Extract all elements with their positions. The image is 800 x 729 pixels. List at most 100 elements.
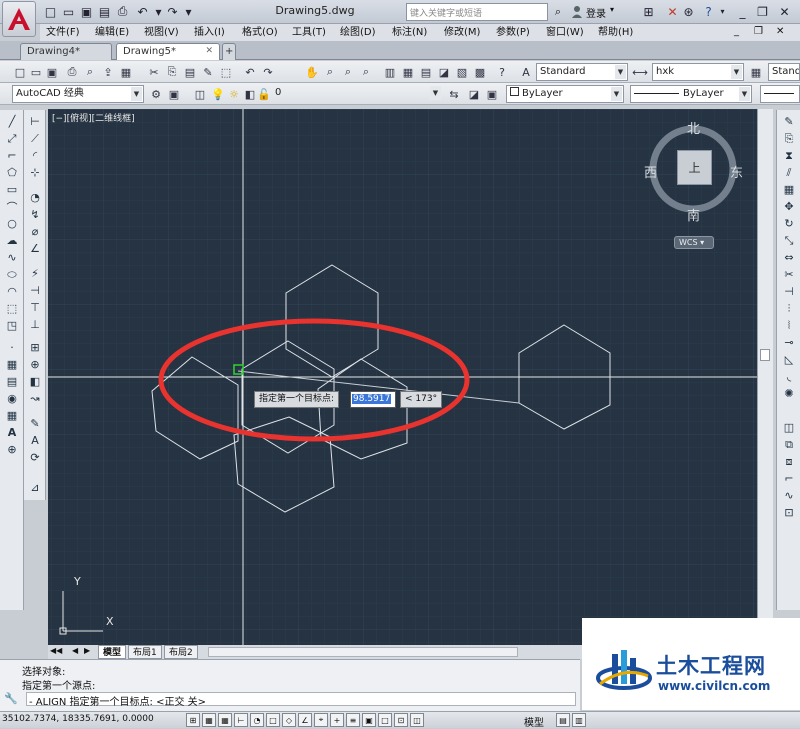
copy-object-icon[interactable]: ⎘ — [780, 131, 798, 146]
viewcube-top-face[interactable]: 上 — [677, 150, 712, 185]
menu-help[interactable]: 帮助(H) — [598, 24, 633, 41]
dyn-toggle[interactable]: + — [330, 713, 344, 727]
search-icon[interactable]: ⌕ — [550, 3, 566, 21]
make-block-icon[interactable]: ◳ — [3, 318, 21, 333]
app-menu-button[interactable] — [2, 1, 36, 37]
wrench-icon[interactable]: 🔧 — [4, 692, 18, 705]
spline-icon[interactable]: ∿ — [3, 250, 21, 265]
calculator-icon[interactable]: ▩ — [472, 64, 488, 80]
ellipse-arc-icon[interactable]: ◠ — [3, 284, 21, 299]
dim-baseline-icon[interactable]: ⊣ — [26, 283, 44, 298]
dim-style-icon[interactable]: ⟷ — [632, 64, 648, 80]
redo-tb-icon[interactable]: ↷ — [260, 64, 276, 80]
zoom-realtime-icon[interactable]: ⌕ — [322, 64, 338, 80]
login-dropdown-icon[interactable]: ▾ — [610, 5, 614, 14]
dim-angular-icon[interactable]: ∠ — [26, 241, 44, 256]
online-icon[interactable]: ⊛ — [680, 3, 697, 20]
infer-constraints-toggle[interactable]: ⊞ — [186, 713, 200, 727]
ducs-toggle[interactable]: ⌖ — [314, 713, 328, 727]
horizontal-scrollbar[interactable] — [208, 647, 518, 657]
mirror-icon[interactable]: ⧗ — [780, 148, 798, 163]
undo-icon[interactable]: ↶ — [134, 3, 151, 20]
layer-thaw-icon[interactable]: ☼ — [226, 86, 242, 102]
quick-dim-icon[interactable]: ⚡ — [26, 266, 44, 281]
compass-south[interactable]: 南 — [687, 205, 700, 224]
minimize-icon[interactable]: _ — [734, 3, 751, 20]
help-tb-icon[interactable]: ? — [494, 64, 510, 80]
gradient-icon[interactable]: ▤ — [3, 374, 21, 389]
menu-draw[interactable]: 绘图(D) — [340, 24, 376, 41]
stretch-icon[interactable]: ⇔ — [780, 250, 798, 265]
dynamic-input-angle[interactable]: < 173° — [400, 391, 443, 408]
insert-block-icon[interactable]: ⬚ — [3, 301, 21, 316]
chamfer-icon[interactable]: ◺ — [780, 352, 798, 367]
user-icon[interactable] — [570, 4, 584, 18]
polygon-icon[interactable]: ⬠ — [3, 165, 21, 180]
search-input[interactable]: 键入关键字或短语 — [406, 3, 548, 21]
move-icon[interactable]: ✥ — [780, 199, 798, 214]
extend-icon[interactable]: ⊣ — [780, 284, 798, 299]
save-icon[interactable]: ▣ — [44, 64, 60, 80]
color-select[interactable]: ByLayer ▼ — [506, 85, 624, 103]
offset-icon[interactable]: ⫽ — [780, 165, 798, 180]
erase-icon[interactable]: ✎ — [780, 114, 798, 129]
make-current-icon[interactable]: ⇆ — [446, 86, 462, 102]
properties-icon[interactable]: ▥ — [382, 64, 398, 80]
arc-icon[interactable]: ⌒ — [3, 199, 21, 214]
polyline-icon[interactable]: ⌐ — [3, 148, 21, 163]
construction-line-icon[interactable]: ⤢ — [3, 131, 21, 146]
break-point-icon[interactable]: ⫶ — [780, 301, 798, 316]
publish-icon[interactable]: ⇪ — [100, 64, 116, 80]
menu-edit[interactable]: 编辑(E) — [95, 24, 129, 41]
osnap-toggle[interactable]: □ — [266, 713, 280, 727]
break-icon[interactable]: ⦚ — [780, 318, 798, 333]
transparency-toggle[interactable]: ▣ — [362, 713, 376, 727]
otrack-toggle[interactable]: ∠ — [298, 713, 312, 727]
command-input[interactable]: - ALIGN 指定第一个目标点: <正交 关> — [26, 692, 576, 708]
tab-first-icon[interactable]: ◀◀ — [50, 646, 62, 655]
autodesk-x-icon[interactable]: ✕ — [664, 3, 681, 20]
sheet-set-icon[interactable]: ◪ — [436, 64, 452, 80]
line-icon[interactable]: ╱ — [3, 114, 21, 129]
wcs-menu-button[interactable]: WCS ▾ — [674, 236, 714, 249]
hatch-icon[interactable]: ▦ — [3, 357, 21, 372]
tab-prev-icon[interactable]: ◀ — [72, 646, 78, 655]
dynamic-input-field[interactable]: 98.5917 — [350, 391, 396, 408]
dim-radius-icon[interactable]: ◔ — [26, 190, 44, 205]
open-folder-icon[interactable]: ▭ — [60, 3, 77, 20]
trim-icon[interactable]: ✂ — [780, 267, 798, 282]
workspace-settings-icon[interactable]: ⚙ — [148, 86, 164, 102]
center-mark-icon[interactable]: ⊕ — [26, 357, 44, 372]
menu-file[interactable]: 文件(F) — [46, 24, 80, 41]
snap-mode-toggle[interactable]: ▦ — [202, 713, 216, 727]
design-center-icon[interactable]: ▦ — [400, 64, 416, 80]
pan-icon[interactable]: ✋ — [304, 64, 320, 80]
region-icon[interactable]: ◉ — [3, 391, 21, 406]
mdi-close-icon[interactable]: ✕ — [776, 26, 784, 37]
scale-icon[interactable]: ⤡ — [780, 233, 798, 248]
dim-text-edit-icon[interactable]: A — [26, 433, 44, 448]
match-prop-icon[interactable]: ✎ — [200, 64, 216, 80]
drawing-canvas[interactable]: Y X — [48, 109, 757, 645]
markup-icon[interactable]: ▧ — [454, 64, 470, 80]
menu-format[interactable]: 格式(O) — [242, 24, 278, 41]
dim-space-icon[interactable]: ⊥ — [26, 317, 44, 332]
polar-toggle[interactable]: ◔ — [250, 713, 264, 727]
exchange-icon[interactable]: ⊞ — [640, 3, 657, 20]
undo-tb-icon[interactable]: ↶ — [242, 64, 258, 80]
compass-east[interactable]: 东 — [730, 162, 743, 181]
menu-parametric[interactable]: 参数(P) — [496, 24, 530, 41]
selection-cycling-toggle[interactable]: ⊡ — [394, 713, 408, 727]
workspace-select[interactable]: AutoCAD 经典 ▼ — [12, 85, 144, 103]
tolerance-icon[interactable]: ⊞ — [26, 340, 44, 355]
dim-ordinate-icon[interactable]: ⊹ — [26, 165, 44, 180]
workspace-save-icon[interactable]: ▣ — [166, 86, 182, 102]
text-style-icon[interactable]: A — [518, 64, 534, 80]
save-as-icon[interactable]: ▤ — [96, 3, 113, 20]
dim-style-select[interactable]: hxk ▼ — [652, 63, 744, 81]
group-icon[interactable]: ⧉ — [780, 437, 798, 452]
scrollbar-thumb[interactable] — [760, 349, 770, 361]
ortho-toggle[interactable]: ⊢ — [234, 713, 248, 727]
menu-dimension[interactable]: 标注(N) — [392, 24, 427, 41]
tab-next-icon[interactable]: ▶ — [84, 646, 90, 655]
